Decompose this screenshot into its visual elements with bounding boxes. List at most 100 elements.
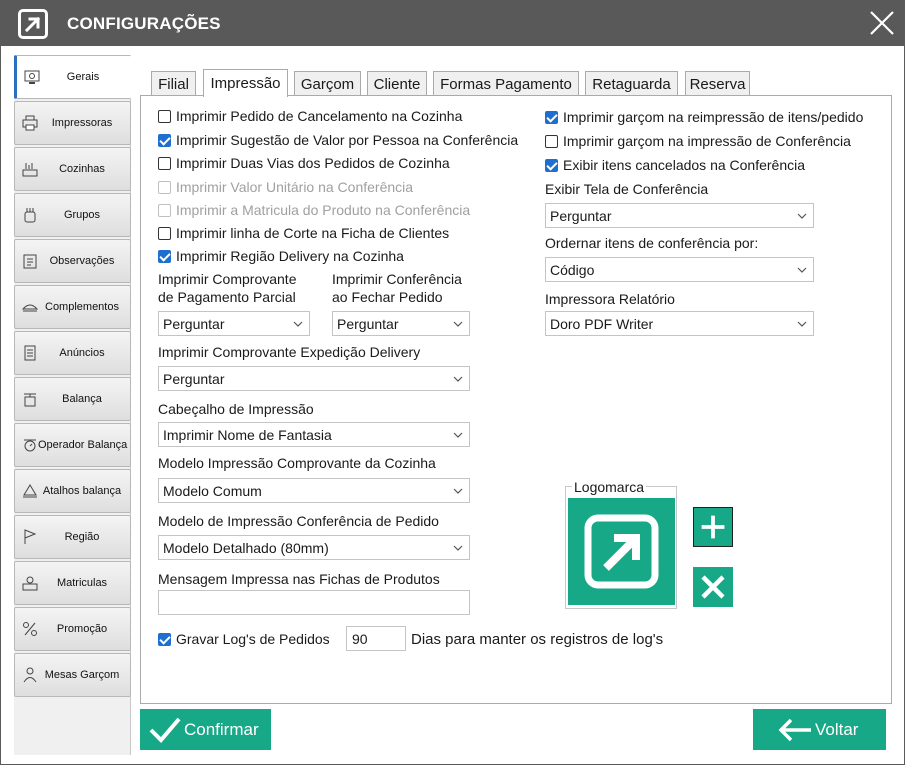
waiter-icon	[22, 667, 38, 683]
checkbox[interactable]	[545, 134, 558, 148]
checkbox[interactable]	[545, 158, 558, 172]
checkbox[interactable]	[158, 226, 171, 240]
close-icon	[701, 575, 725, 599]
printer-icon	[22, 115, 38, 131]
registration-icon	[22, 575, 38, 591]
chevron-down-icon	[453, 432, 463, 438]
back-button[interactable]: Voltar	[753, 709, 886, 750]
tab-retaguarda[interactable]: Retaguarda	[585, 71, 678, 97]
modelo-cozinha-select[interactable]: Modelo Comum	[158, 478, 470, 503]
cabecalho-select[interactable]: Imprimir Nome de Fantasia	[158, 422, 470, 447]
kitchen-icon	[22, 161, 38, 177]
log-days-suffix: Dias para manter os registros de log's	[411, 631, 664, 648]
sidebar-item-operador-balanca[interactable]: Operador Balança	[14, 423, 131, 467]
promotion-icon	[22, 621, 38, 637]
check-sugestao-valor[interactable]: Imprimir Sugestão de Valor por Pessoa na…	[158, 132, 518, 148]
arrow-left-icon	[778, 718, 811, 741]
clipboard-icon	[22, 253, 38, 269]
add-logo-button[interactable]	[693, 507, 733, 547]
document-icon	[22, 345, 38, 361]
impressora-relatorio-label: Impressora Relatório	[545, 291, 675, 307]
comprovante-parcial-label: Imprimir Comprovante de Pagamento Parcial	[158, 271, 297, 305]
sidebar-item-atalhos-balanca[interactable]: Atalhos balança	[14, 469, 131, 513]
exibir-tela-select[interactable]: Perguntar	[545, 203, 814, 228]
general-settings-icon	[24, 69, 40, 85]
expedicao-delivery-select[interactable]: Perguntar	[158, 366, 470, 391]
chevron-down-icon	[293, 321, 303, 327]
checkbox[interactable]	[158, 133, 171, 147]
check-linha-corte[interactable]: Imprimir linha de Corte na Ficha de Clie…	[158, 225, 449, 241]
check-valor-unitario: Imprimir Valor Unitário na Conferência	[158, 179, 413, 195]
logo-image	[568, 498, 675, 605]
checkbox[interactable]	[158, 249, 171, 263]
chevron-down-icon	[797, 213, 807, 219]
chevron-down-icon	[453, 376, 463, 382]
sidebar-item-regiao[interactable]: Região	[14, 515, 131, 559]
remove-logo-button[interactable]	[693, 567, 733, 607]
chevron-down-icon	[797, 267, 807, 273]
cabecalho-label: Cabeçalho de Impressão	[158, 401, 314, 417]
flag-icon	[22, 529, 38, 545]
modelo-conferencia-label: Modelo de Impressão Conferência de Pedid…	[158, 513, 439, 529]
sidebar-item-cozinhas[interactable]: Cozinhas	[14, 147, 131, 191]
check-garcom-conferencia[interactable]: Imprimir garçom na impressão de Conferên…	[545, 133, 851, 149]
chevron-down-icon	[453, 545, 463, 551]
sidebar-item-observacoes[interactable]: Observações	[14, 239, 131, 283]
impressora-relatorio-select[interactable]: Doro PDF Writer	[545, 311, 814, 336]
sidebar-item-impressoras[interactable]: Impressoras	[14, 101, 131, 145]
logo-label: Logomarca	[572, 479, 647, 495]
checkbox[interactable]	[545, 110, 558, 124]
check-regiao-delivery[interactable]: Imprimir Região Delivery na Cozinha	[158, 248, 404, 264]
tab-garcom[interactable]: Garçom	[294, 71, 361, 97]
scale-operator-icon	[22, 437, 38, 453]
checkbox[interactable]	[158, 109, 171, 123]
groups-icon	[22, 207, 38, 223]
mensagem-fichas-label: Mensagem Impressa nas Fichas de Produtos	[158, 571, 440, 587]
conferencia-fechar-select[interactable]: Perguntar	[332, 311, 470, 336]
sidebar-item-balanca[interactable]: Balança	[14, 377, 131, 421]
checkbox	[158, 203, 171, 217]
conferencia-fechar-label: Imprimir Conferência ao Fechar Pedido	[332, 271, 462, 305]
check-gravar-log[interactable]: Gravar Log's de Pedidos	[158, 631, 330, 647]
tab-cliente[interactable]: Cliente	[367, 71, 427, 97]
check-matricula-produto: Imprimir a Matricula do Produto na Confe…	[158, 202, 470, 218]
plus-icon	[701, 515, 725, 539]
sidebar-item-promocao[interactable]: Promoção	[14, 607, 131, 651]
sidebar-item-mesas-garcom[interactable]: Mesas Garçom	[14, 653, 131, 697]
mensagem-fichas-input[interactable]	[158, 590, 470, 615]
sidebar-item-anuncios[interactable]: Anúncios	[14, 331, 131, 375]
close-icon[interactable]	[866, 7, 898, 39]
tab-impressao[interactable]: Impressão	[203, 69, 288, 97]
check-duas-vias[interactable]: Imprimir Duas Vias dos Pedidos de Cozinh…	[158, 155, 450, 171]
ordenar-itens-label: Ordernar itens de conferência por:	[545, 235, 759, 251]
chevron-down-icon	[453, 321, 463, 327]
ordenar-itens-select[interactable]: Código	[545, 257, 814, 282]
tab-formas-pagamento[interactable]: Formas Pagamento	[433, 71, 579, 97]
checkbox[interactable]	[158, 156, 171, 170]
modelo-cozinha-label: Modelo Impressão Comprovante da Cozinha	[158, 455, 436, 471]
check-itens-cancelados[interactable]: Exibir itens cancelados na Conferência	[545, 157, 805, 173]
scale-shortcut-icon	[22, 483, 38, 499]
scale-icon	[22, 391, 38, 407]
title-bar: CONFIGURAÇÕES	[1, 1, 904, 46]
sidebar-item-complementos[interactable]: Complementos	[14, 285, 131, 329]
confirm-button[interactable]: Confirmar	[140, 709, 271, 750]
modelo-conferencia-select[interactable]: Modelo Detalhado (80mm)	[158, 535, 470, 560]
sidebar-item-matriculas[interactable]: Matriculas	[14, 561, 131, 605]
log-days-input[interactable]: 90	[346, 626, 406, 651]
tab-reserva[interactable]: Reserva	[685, 71, 750, 97]
chevron-down-icon	[797, 321, 807, 327]
app-logo-icon	[18, 9, 48, 39]
exibir-tela-label: Exibir Tela de Conferência	[545, 181, 709, 197]
check-cancelamento-cozinha[interactable]: Imprimir Pedido de Cancelamento na Cozin…	[158, 108, 462, 124]
tab-filial[interactable]: Filial	[151, 71, 196, 97]
sidebar-item-grupos[interactable]: Grupos	[14, 193, 131, 237]
sidebar-item-gerais[interactable]: Gerais	[14, 55, 131, 99]
expedicao-delivery-label: Imprimir Comprovante Expedição Delivery	[158, 344, 421, 360]
window-title: CONFIGURAÇÕES	[67, 14, 221, 33]
check-icon	[149, 717, 181, 743]
check-garcom-reimpressao[interactable]: Imprimir garçom na reimpressão de itens/…	[545, 109, 863, 125]
settings-window: CONFIGURAÇÕES Gerais Impressoras Cozinha…	[0, 0, 905, 765]
comprovante-parcial-select[interactable]: Perguntar	[158, 311, 310, 336]
checkbox[interactable]	[158, 632, 171, 646]
